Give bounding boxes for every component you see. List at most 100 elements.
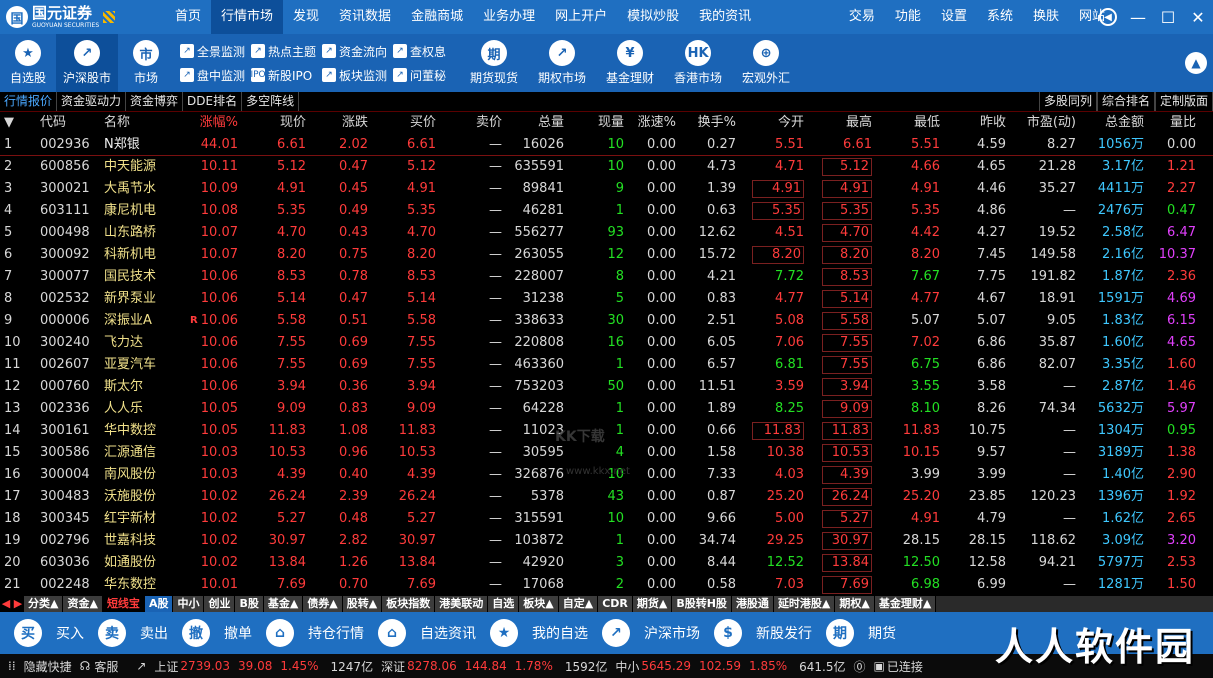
table-row[interactable]: 2 600856 中天能源 10.11 5.12 0.47 5.12 — 635591 10 0.0… xyxy=(0,156,1213,178)
tab-scroll-right-icon[interactable]: ▶ xyxy=(12,596,24,612)
market-tab[interactable]: 中小 xyxy=(173,596,205,612)
nav-4[interactable]: 金融商城 xyxy=(401,0,473,34)
subtab-right-2[interactable]: 定制版面 xyxy=(1154,92,1213,111)
my-fav-button[interactable]: ★ 我的自选 xyxy=(490,619,588,647)
toolbar-fund-flow-link[interactable]: ↗ 资金流向 xyxy=(322,39,387,63)
table-row[interactable]: 12 000760 斯太尔 10.06 3.94 0.36 3.94 — 753203 50 0.0… xyxy=(0,376,1213,398)
toolbar-chart-up-button[interactable]: ↗ 沪深股市 xyxy=(56,34,118,92)
table-row[interactable]: 18 300345 红宇新材 10.02 5.27 0.48 5.27 — 315591 10 0.… xyxy=(0,508,1213,530)
nav-7[interactable]: 模拟炒股 xyxy=(617,0,689,34)
column-header[interactable]: 现量 xyxy=(572,112,624,134)
table-row[interactable]: 20 603036 如通股份 10.02 13.84 1.26 13.84 — 42920 3 0.… xyxy=(0,552,1213,574)
news-button[interactable]: ⌂ 自选资讯 xyxy=(378,619,476,647)
sell-button[interactable]: 卖卖出 xyxy=(98,619,168,647)
market-tab[interactable]: 延时港股▲ xyxy=(773,596,836,612)
maximize-button[interactable]: ☐ xyxy=(1153,0,1183,34)
nav-5[interactable]: 业务办理 xyxy=(473,0,545,34)
subtab-2[interactable]: 资金博弈 xyxy=(126,92,184,111)
toolbar-fund-button[interactable]: ¥ 基金理财 xyxy=(596,34,664,92)
subtab-3[interactable]: DDE排名 xyxy=(183,92,243,111)
table-row[interactable]: 8 002532 新界泵业 10.06 5.14 0.47 5.14 — 31238 5 0.00 0… xyxy=(0,288,1213,310)
market-tab[interactable]: 短线宝 xyxy=(102,596,145,612)
column-header[interactable]: 代码 xyxy=(40,112,96,134)
table-row[interactable]: 7 300077 国民技术 10.06 8.53 0.78 8.53 — 228007 8 0.00… xyxy=(0,266,1213,288)
futures2-button[interactable]: 期期货 xyxy=(826,619,896,647)
column-header[interactable]: 昨收 xyxy=(950,112,1006,134)
market-tab[interactable]: 自选 xyxy=(488,596,520,612)
market-tab[interactable]: 港股通 xyxy=(731,596,774,612)
minimize-button[interactable]: — xyxy=(1123,0,1153,34)
table-row[interactable]: 19 002796 世嘉科技 10.02 30.97 2.82 30.97 — 103872 1 0… xyxy=(0,530,1213,552)
cancel-order-button[interactable]: 撤撤单 xyxy=(182,619,252,647)
table-row[interactable]: 1 002936 N郑银 44.01 6.61 2.02 6.61 — 16026 10 0.00 0… xyxy=(0,134,1213,156)
column-header[interactable]: 最高 xyxy=(822,112,872,134)
subtab-1[interactable]: 资金驱动力 xyxy=(57,92,127,111)
market-tab[interactable]: 创业 xyxy=(204,596,236,612)
sort-arrow-icon[interactable]: ▼ xyxy=(4,112,26,134)
market-tab[interactable]: A股 xyxy=(144,596,174,612)
nav-0[interactable]: 首页 xyxy=(165,0,211,34)
column-header[interactable]: 卖价 xyxy=(440,112,502,134)
table-row[interactable]: 3 300021 大禹节水 10.09 4.91 0.45 4.91 — 89841 9 0.00 1… xyxy=(0,178,1213,200)
market-tab[interactable]: 板块指数 xyxy=(382,596,436,612)
column-header[interactable]: 涨速% xyxy=(628,112,676,134)
market-tab[interactable]: B股转H股 xyxy=(672,596,732,612)
back-button[interactable]: ◀ xyxy=(1093,0,1123,34)
tab-scroll-left-icon[interactable]: ◀ xyxy=(0,596,12,612)
column-header[interactable]: 总量 xyxy=(508,112,564,134)
toolbar-hk-button[interactable]: HK 香港市场 xyxy=(664,34,732,92)
toolbar-ask-link[interactable]: ↗ 问董秘 xyxy=(393,63,446,87)
toolbar-ipo-link[interactable]: IPO 新股IPO xyxy=(250,63,316,87)
toolbar-market-button[interactable]: 市市场 xyxy=(118,34,174,92)
market-tab[interactable]: 自定▲ xyxy=(558,596,599,612)
market-tab[interactable]: 债券▲ xyxy=(303,596,343,612)
subtab-4[interactable]: 多空阵线 xyxy=(242,92,300,111)
subtab-right-1[interactable]: 综合排名 xyxy=(1096,92,1155,111)
market-tab[interactable]: 资金▲ xyxy=(63,596,103,612)
table-row[interactable]: 15 300586 汇源通信 10.03 10.53 0.96 10.53—30595 4 0.… xyxy=(0,442,1213,464)
nav-6[interactable]: 网上开户 xyxy=(545,0,617,34)
toolbar-query-link[interactable]: ↗ 查权息 xyxy=(393,39,446,63)
hide-shortcut-button[interactable]: 隐藏快捷 xyxy=(24,658,72,675)
right-nav-3[interactable]: 系统 xyxy=(977,0,1023,34)
right-nav-2[interactable]: 设置 xyxy=(931,0,977,34)
table-row[interactable]: 13 002336 人人乐 10.05 9.09 0.83 9.09 — 64228 1 0.00 1… xyxy=(0,398,1213,420)
table-row[interactable]: 10 300240 飞力达 10.06 7.55 0.69 7.55 — 220808 16 0.0… xyxy=(0,332,1213,354)
market-tab[interactable]: B股 xyxy=(235,596,264,612)
market-tab[interactable]: 分类▲ xyxy=(24,596,64,612)
buy-button[interactable]: 买买入 xyxy=(14,619,84,647)
right-nav-1[interactable]: 功能 xyxy=(885,0,931,34)
column-header[interactable]: 换手% xyxy=(682,112,736,134)
holdings-button[interactable]: ⌂ 持仓行情 xyxy=(266,619,364,647)
market-tab[interactable]: 期货▲ xyxy=(632,596,673,612)
market-tab[interactable]: 港美联动 xyxy=(435,596,489,612)
toolbar-monitor2-link[interactable]: ↗ 盘中监测 xyxy=(180,63,245,87)
column-header[interactable]: 买价 xyxy=(374,112,436,134)
toolbar-sector-link[interactable]: ↗ 板块监测 xyxy=(322,63,387,87)
market-tab[interactable]: CDR xyxy=(598,596,633,612)
toolbar-globe-button[interactable]: ⊕ 宏观外汇 xyxy=(732,34,800,92)
nav-8[interactable]: 我的资讯 xyxy=(689,0,761,34)
right-nav-0[interactable]: 交易 xyxy=(839,0,885,34)
toolbar-monitor-link[interactable]: ↗ 全景监测 xyxy=(180,39,245,63)
market-tab[interactable]: 基金理财▲ xyxy=(874,596,937,612)
toolbar-hot-topic-link[interactable]: ↗ 热点主题 xyxy=(251,39,316,63)
subtab-right-0[interactable]: 多股同列 xyxy=(1038,92,1097,111)
table-row[interactable]: 17 300483 沃施股份 10.02 26.24 2.39 26.24 — 5378 43 0.… xyxy=(0,486,1213,508)
market-tab[interactable]: 股转▲ xyxy=(342,596,383,612)
column-header[interactable]: 市盈(动) xyxy=(1012,112,1076,134)
toolbar-futures-button[interactable]: 期期货现货 xyxy=(460,34,528,92)
column-header[interactable]: 量比 xyxy=(1150,112,1196,134)
column-header[interactable]: 最低 xyxy=(888,112,940,134)
subtab-0[interactable]: 行情报价 xyxy=(0,92,58,111)
nav-3[interactable]: 资讯数据 xyxy=(329,0,401,34)
table-row[interactable]: 11 002607 亚夏汽车 10.06 7.55 0.69 7.55 — 463360 1 0.0… xyxy=(0,354,1213,376)
column-header[interactable]: 今开 xyxy=(752,112,804,134)
ipo-issue-button[interactable]: $ 新股发行 xyxy=(714,619,812,647)
hs-market-button[interactable]: ↗ 沪深市场 xyxy=(602,619,700,647)
table-row[interactable]: 9 000006 深振业A 10.06 5.58 0.51 5.58 — 338633 30 0.0… xyxy=(0,310,1213,332)
market-tab[interactable]: 基金▲ xyxy=(263,596,304,612)
market-tab[interactable]: 期权▲ xyxy=(835,596,875,612)
table-row[interactable]: 6 300092 科新机电 10.07 8.20 0.75 8.20 — 263055 12 0.0… xyxy=(0,244,1213,266)
column-header[interactable]: 名称 xyxy=(104,112,172,134)
